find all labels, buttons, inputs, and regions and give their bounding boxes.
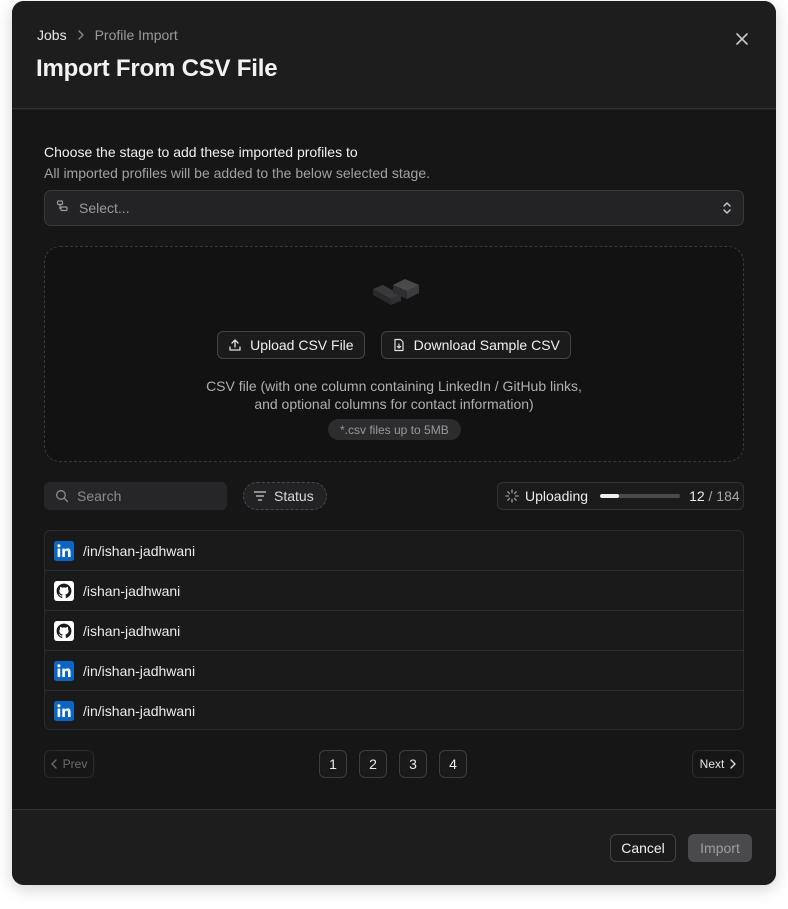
file-download-icon <box>393 338 404 352</box>
github-icon <box>54 620 74 641</box>
file-size-hint: *.csv files up to 5MB <box>328 419 461 440</box>
list-item[interactable]: /in/ishan-jadhwani <box>45 691 743 729</box>
profile-link: /in/ishan-jadhwani <box>83 703 196 719</box>
upload-progress-bar <box>600 494 681 498</box>
chevron-right-icon <box>77 30 85 40</box>
upload-count-done: 12 <box>689 488 705 504</box>
csv-dropzone[interactable]: Upload CSV File Download Sample CSV CSV … <box>44 246 744 462</box>
list-item[interactable]: /in/ishan-jadhwani <box>45 531 743 571</box>
cancel-button[interactable]: Cancel <box>610 834 676 862</box>
download-sample-button[interactable]: Download Sample CSV <box>380 331 571 359</box>
close-icon <box>736 33 748 45</box>
import-button[interactable]: Import <box>688 834 752 862</box>
page-title: Import From CSV File <box>36 55 278 82</box>
profile-link: /ishan-jadhwani <box>83 582 181 599</box>
dropzone-description-line1: CSV file (with one column containing Lin… <box>206 378 582 394</box>
github-icon <box>54 580 74 601</box>
spinner-icon <box>505 489 519 503</box>
upload-csv-button[interactable]: Upload CSV File <box>217 331 365 359</box>
next-page-button[interactable]: Next <box>692 750 744 778</box>
modal-header: Jobs Profile Import Import From CSV File <box>12 1 776 109</box>
page-button-2[interactable]: 2 <box>359 750 387 778</box>
prev-page-button[interactable]: Prev <box>44 750 94 778</box>
linkedin-icon <box>54 540 74 561</box>
breadcrumb: Jobs Profile Import <box>37 27 178 43</box>
chevron-left-icon <box>51 759 57 769</box>
pagination: Prev 1234 Next <box>44 750 744 778</box>
search-input[interactable] <box>77 488 217 504</box>
upload-illustration-icon <box>369 271 421 316</box>
dropzone-description-line2: and optional columns for contact informa… <box>254 396 534 412</box>
stage-select-placeholder: Select... <box>79 200 130 216</box>
stage-select[interactable]: Select... <box>44 190 744 226</box>
dropzone-description: CSV file (with one column containing Lin… <box>45 377 743 413</box>
download-sample-label: Download Sample CSV <box>413 337 560 353</box>
next-page-label: Next <box>699 757 725 771</box>
upload-progress-fill <box>600 494 619 498</box>
stage-help-text: All imported profiles will be added to t… <box>44 165 430 181</box>
profile-link: /in/ishan-jadhwani <box>83 662 196 679</box>
linkedin-icon <box>54 701 74 721</box>
breadcrumb-current: Profile Import <box>94 27 178 43</box>
profile-list: /in/ishan-jadhwani/ishan-jadhwani/ishan-… <box>44 530 744 730</box>
chevron-up-down-icon <box>722 201 732 220</box>
stage-label: Choose the stage to add these imported p… <box>44 144 358 160</box>
linkedin-icon <box>54 660 74 681</box>
upload-count-total: / 184 <box>708 488 740 504</box>
list-item[interactable]: /in/ishan-jadhwani <box>45 651 743 691</box>
search-icon <box>56 490 69 503</box>
upload-csv-label: Upload CSV File <box>250 337 354 353</box>
import-modal: Jobs Profile Import Import From CSV File… <box>12 1 776 885</box>
profile-link: /ishan-jadhwani <box>83 622 181 639</box>
close-button[interactable] <box>734 31 750 47</box>
upload-icon <box>229 339 241 351</box>
status-filter-button[interactable]: Status <box>243 482 327 510</box>
search-box[interactable] <box>44 482 227 510</box>
profile-link: /in/ishan-jadhwani <box>83 542 196 559</box>
chevron-right-icon <box>730 759 736 769</box>
uploading-label: Uploading <box>525 488 589 504</box>
breadcrumb-jobs[interactable]: Jobs <box>37 27 67 43</box>
stage-icon <box>56 199 70 218</box>
modal-footer: Cancel Import <box>12 809 776 885</box>
modal-body: Choose the stage to add these imported p… <box>12 110 776 809</box>
prev-page-label: Prev <box>62 757 88 771</box>
filter-icon <box>253 491 267 501</box>
status-filter-label: Status <box>274 488 314 504</box>
page-numbers: 1234 <box>319 750 467 778</box>
page-button-3[interactable]: 3 <box>399 750 427 778</box>
page-button-4[interactable]: 4 <box>439 750 467 778</box>
page-button-1[interactable]: 1 <box>319 750 347 778</box>
list-item[interactable]: /ishan-jadhwani <box>45 571 743 611</box>
upload-count: 12 / 184 <box>689 488 740 504</box>
upload-status: Uploading 12 / 184 <box>497 482 744 510</box>
list-item[interactable]: /ishan-jadhwani <box>45 611 743 651</box>
